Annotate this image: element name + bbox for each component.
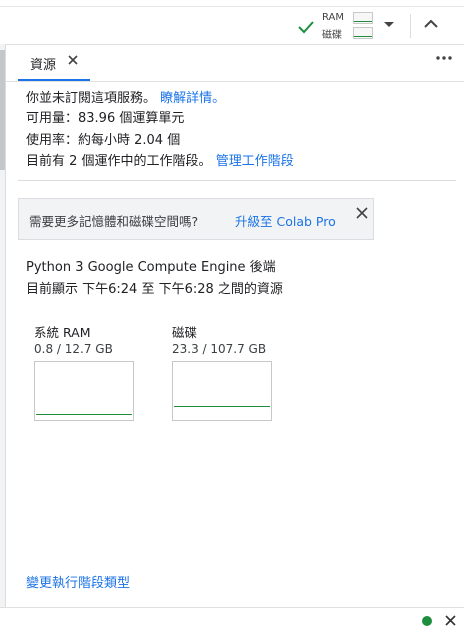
disk-usage-graph [172,361,272,421]
learn-more-link[interactable]: 瞭解詳情。 [160,91,225,106]
sessions-line: 目前有 2 個運作中的工作階段。 管理工作階段 [26,152,294,172]
disk-mini-bar[interactable] [353,27,373,39]
time-range: 目前顯示 下午6:24 至 下午6:28 之間的資源 [26,282,283,297]
ram-metric: 系統 RAM 0.8 / 12.7 GB [34,325,134,421]
toolbar-divider [410,14,411,38]
more-vert-icon[interactable] [436,55,452,61]
close-icon[interactable] [68,55,78,65]
disk-metric-title: 磁碟 [172,325,198,340]
disk-usage-line [174,405,270,407]
upgrade-prompt: 需要更多記憶體和磁碟空間嗎? [29,214,199,229]
connected-check-icon [298,21,314,34]
ram-metric-value: 0.8 / 12.7 GB [34,342,113,356]
upgrade-link[interactable]: 升級至 Colab Pro [235,211,336,230]
available-units: 可用量：83.96 個運算單元 [26,111,185,126]
tab-resources-label: 資源 [30,58,57,73]
scrollbar-thumb[interactable] [0,50,5,170]
close-icon[interactable] [356,207,368,219]
ram-metric-title: 系統 RAM [34,325,91,340]
ram-indicator-label: RAM [322,12,345,23]
upgrade-banner: 需要更多記憶體和磁碟空間嗎? 升級至 Colab Pro [18,198,374,240]
backend-name: Python 3 Google Compute Engine 後端 [26,260,276,275]
panel-tab-row: 資源 [6,44,464,82]
manage-sessions-link[interactable]: 管理工作階段 [216,154,294,169]
ram-mini-level [354,21,372,22]
status-dot-icon [422,616,432,626]
close-icon[interactable] [445,615,456,626]
chevron-up-icon[interactable] [424,19,438,28]
backend-info: Python 3 Google Compute Engine 後端 目前顯示 下… [26,257,283,301]
disk-metric-value: 23.3 / 107.7 GB [172,342,267,356]
status-bar [0,607,464,634]
subscription-status: 你並未訂閱這項服務。 [26,91,157,106]
top-divider [0,6,464,7]
disk-mini-level [354,36,372,37]
change-runtime-type-link[interactable]: 變更執行階段類型 [26,572,130,591]
subscription-line: 你並未訂閱這項服務。 瞭解詳情。 [26,89,225,109]
usage-rate: 使用率：約每小時 2.04 個 [26,133,181,148]
ram-usage-graph [34,361,134,421]
disk-indicator-label: 磁碟 [322,30,342,41]
ram-mini-bar[interactable] [353,12,373,24]
tab-resources[interactable]: 資源 [18,44,90,81]
section-divider [18,180,456,181]
top-toolbar: RAM 磁碟 [0,0,464,45]
left-scroll-strip[interactable] [0,44,6,607]
active-sessions-text: 目前有 2 個運作中的工作階段。 [26,154,212,169]
resources-dropdown-icon[interactable] [384,22,394,27]
ram-usage-line [36,413,132,415]
disk-metric: 磁碟 23.3 / 107.7 GB [172,325,272,421]
